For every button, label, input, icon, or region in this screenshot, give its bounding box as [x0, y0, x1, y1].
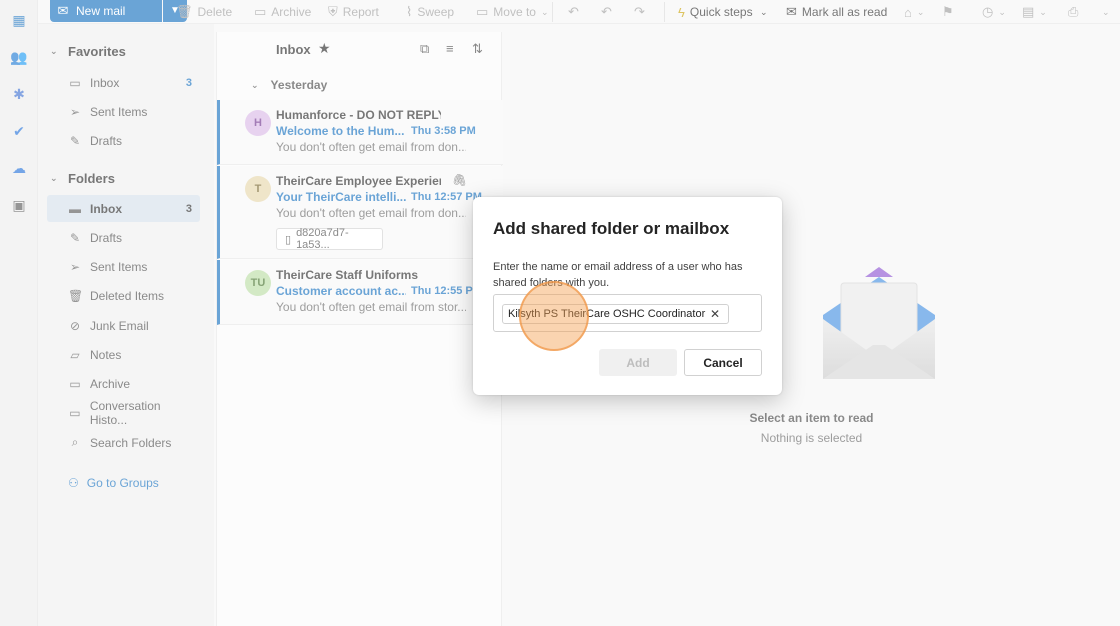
dialog-title: Add shared folder or mailbox — [493, 219, 730, 238]
cancel-button[interactable]: Cancel — [684, 349, 762, 376]
remove-person-icon[interactable]: ✕ — [710, 307, 720, 321]
add-button[interactable]: Add — [599, 349, 677, 376]
add-shared-folder-dialog: Add shared folder or mailbox Enter the n… — [473, 197, 782, 395]
click-highlight-indicator — [519, 281, 589, 351]
